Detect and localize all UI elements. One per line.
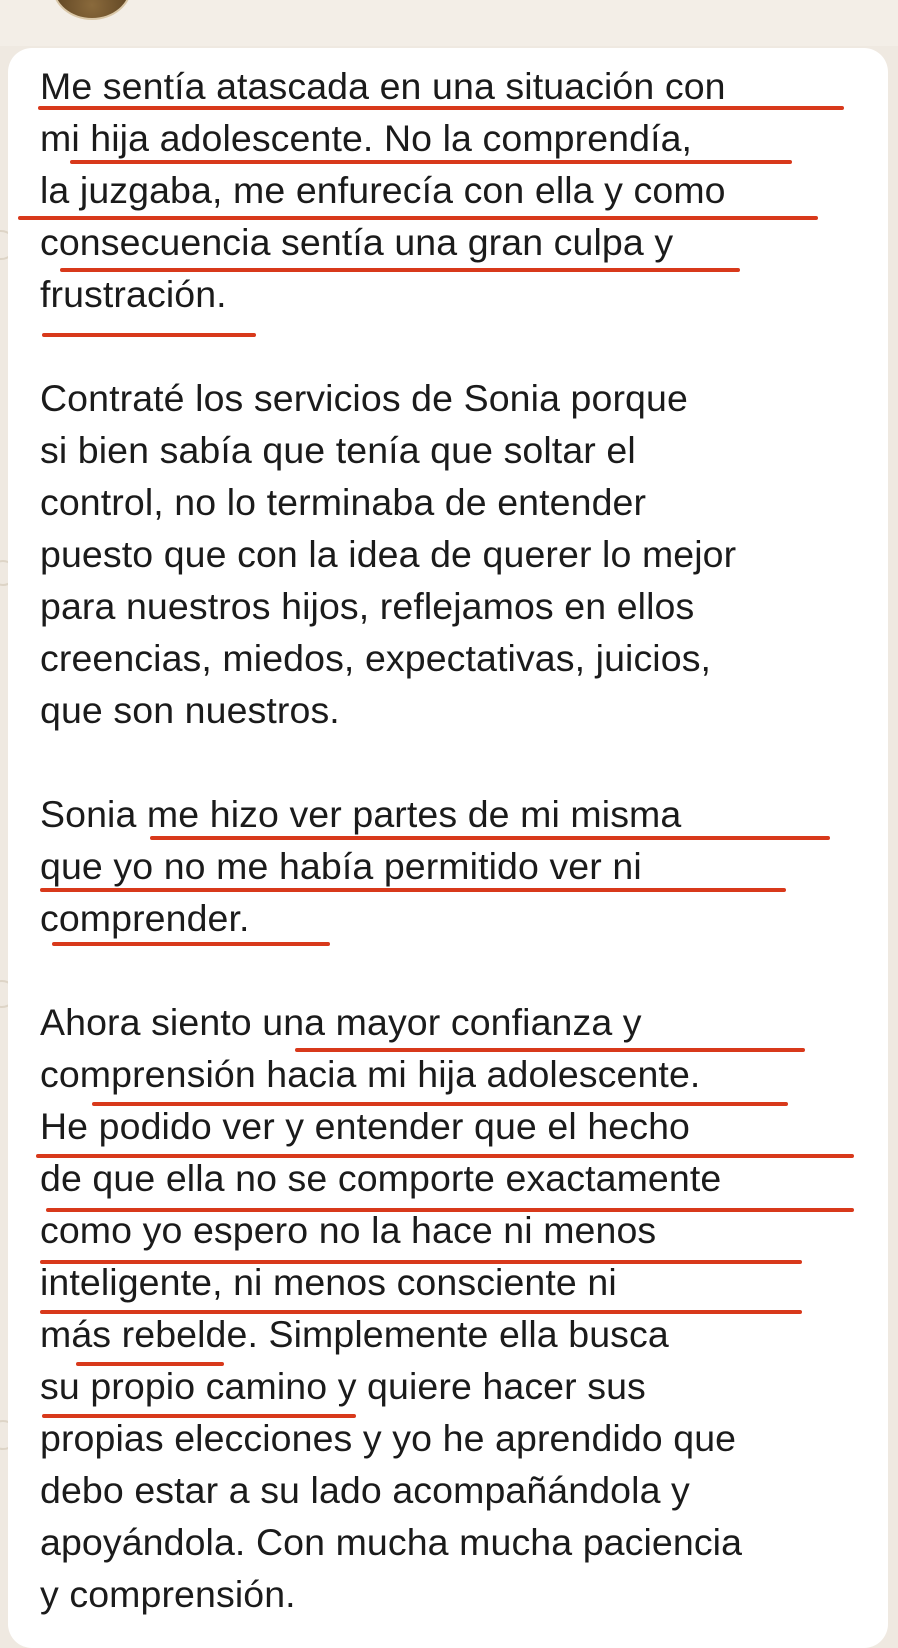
red-underline — [76, 1362, 224, 1366]
message-line: mi hija adolescente. No la comprendía, — [40, 117, 693, 159]
red-underline — [52, 942, 330, 946]
red-underline — [70, 160, 792, 164]
message-line: que son nuestros. — [40, 689, 340, 731]
message-line: de que ella no se comporte exactamente — [40, 1157, 722, 1199]
message-line: si bien sabía que tenía que soltar el — [40, 429, 636, 471]
red-underline — [60, 268, 740, 272]
message-line: comprensión hacia mi hija adolescente. — [40, 1053, 701, 1095]
message-line: puesto que con la idea de querer lo mejo… — [40, 533, 737, 575]
message-line: más rebelde. Simplemente ella busca — [40, 1313, 669, 1355]
red-underline — [40, 888, 786, 892]
red-underline — [295, 1048, 805, 1052]
message-line: apoyándola. Con mucha mucha paciencia — [40, 1521, 743, 1563]
message-line: control, no lo terminaba de entender — [40, 481, 647, 523]
red-underline — [36, 1154, 854, 1158]
message-line: debo estar a su lado acompañándola y — [40, 1469, 690, 1511]
message-line: Ahora siento una mayor confianza y — [40, 1001, 642, 1043]
message-line: para nuestros hijos, reflejamos en ellos — [40, 585, 695, 627]
message-line: y comprensión. — [40, 1573, 296, 1615]
red-underline — [40, 1260, 802, 1264]
message-line: Me sentía atascada en una situación con — [40, 65, 726, 107]
red-underline — [92, 1102, 788, 1106]
red-underline — [38, 106, 844, 110]
message-line: Contraté los servicios de Sonia porque — [40, 377, 688, 419]
message-text: Me sentía atascada en una situación con … — [40, 60, 880, 1620]
red-underline — [46, 1208, 854, 1212]
contact-avatar[interactable] — [52, 0, 132, 20]
red-underline — [40, 1310, 802, 1314]
red-underline — [42, 333, 256, 337]
red-underline — [18, 216, 818, 220]
message-line: propias elecciones y yo he aprendido que — [40, 1417, 737, 1459]
message-line: He podido ver y entender que el hecho — [40, 1105, 690, 1147]
red-underline — [150, 836, 830, 840]
message-line: comprender. — [40, 897, 250, 939]
message-line: su propio camino y quiere hacer sus — [40, 1365, 646, 1407]
message-line: Sonia me hizo ver partes de mi misma — [40, 793, 682, 835]
message-line: consecuencia sentía una gran culpa y — [40, 221, 674, 263]
red-underline — [42, 1414, 356, 1418]
chat-header-strip — [0, 0, 898, 46]
message-line: que yo no me había permitido ver ni — [40, 845, 642, 887]
message-line: creencias, miedos, expectativas, juicios… — [40, 637, 712, 679]
message-line: la juzgaba, me enfurecía con ella y como — [40, 169, 726, 211]
message-line: frustración. — [40, 273, 227, 315]
